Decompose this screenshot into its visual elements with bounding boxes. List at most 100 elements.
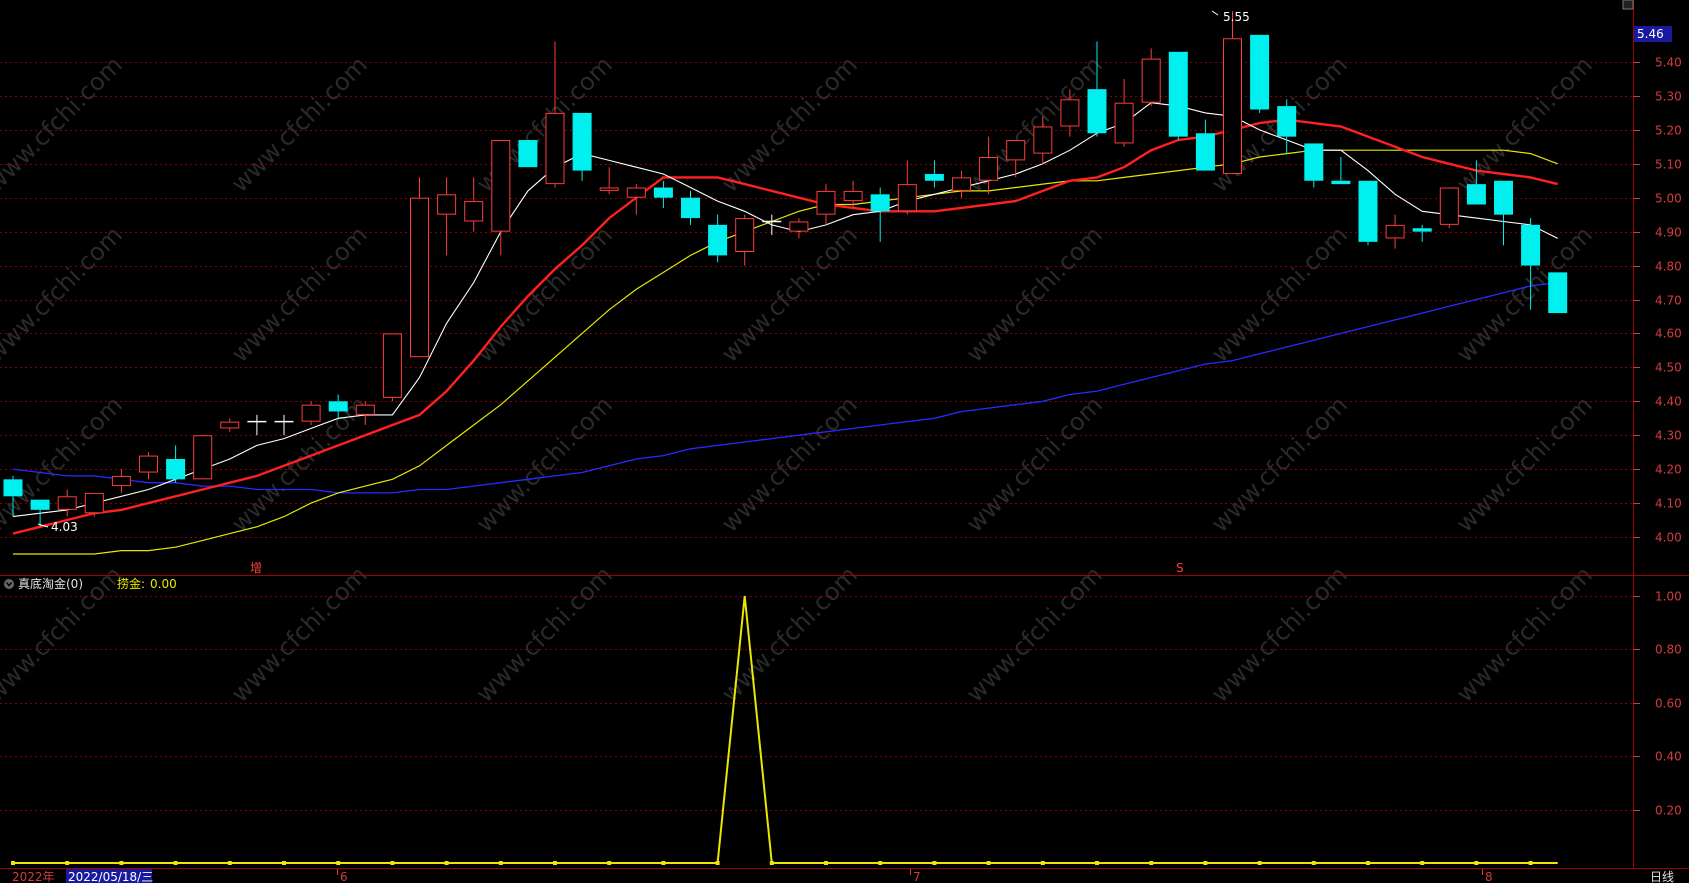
candle-body: [735, 218, 755, 252]
year-label: 2022年: [12, 870, 55, 883]
candle-body: [843, 190, 863, 202]
price-tick-label: 4.60: [1655, 327, 1682, 341]
candle-body: [84, 492, 104, 514]
indicator-line-label: 捞金:: [117, 576, 145, 591]
candle-body: [599, 187, 619, 191]
candle-body: [111, 475, 131, 487]
indicator-name[interactable]: 真底淘金(0): [18, 576, 83, 591]
laojin-point: [1420, 861, 1425, 865]
laojin-point: [607, 861, 612, 865]
candle-body: [870, 194, 890, 212]
candle-body: [1521, 224, 1541, 266]
candle: [708, 214, 728, 263]
candle: [762, 214, 782, 236]
corner-widget[interactable]: [1622, 0, 1634, 10]
watermark-text: www.cfchi.com: [226, 51, 373, 198]
candle: [220, 418, 240, 432]
candle-body: [708, 224, 728, 256]
candle-body: [355, 404, 375, 415]
low-label: 4.03: [51, 520, 78, 534]
candle: [111, 469, 131, 493]
indicator-tick-label: 0.20: [1655, 804, 1682, 818]
candle-body: [1223, 38, 1242, 174]
price-tick-label: 4.90: [1655, 226, 1682, 240]
laojin-point: [769, 861, 774, 865]
candle-body: [979, 157, 999, 181]
candle-body: [1439, 187, 1459, 225]
price-tick-label: 4.50: [1655, 361, 1682, 375]
candle-body: [1195, 133, 1215, 171]
candle-body: [518, 140, 538, 168]
price-tick-label: 4.00: [1655, 531, 1682, 545]
laojin-point: [824, 861, 828, 865]
laojin-point: [390, 861, 395, 865]
period-label[interactable]: 日线: [1650, 870, 1674, 883]
indicator-line-value: 0.00: [150, 577, 177, 591]
candle: [57, 489, 77, 517]
candle: [247, 414, 267, 436]
candle-body: [1358, 180, 1378, 242]
laojin-point: [661, 861, 666, 865]
candle-body: [220, 421, 240, 429]
candle: [653, 180, 673, 208]
laojin-point: [932, 861, 937, 865]
laojin-point: [444, 861, 449, 865]
stock-chart[interactable]: www.cfchi.com www.cfchi.com www.cfchi.com w…: [0, 0, 1689, 883]
watermark-text: www.cfchi.com: [716, 561, 863, 708]
candle: [193, 435, 213, 480]
candle-body: [491, 140, 511, 232]
laojin-point: [1203, 861, 1208, 865]
candle-body: [1087, 89, 1107, 134]
indicator-tick-label: 0.60: [1655, 697, 1682, 711]
laojin-point: [986, 861, 991, 865]
candle: [626, 184, 646, 215]
watermark-text: www.cfchi.com: [1206, 391, 1353, 538]
candle: [84, 492, 104, 517]
date-label: 2022/05/18/三: [68, 870, 153, 883]
candle-body: [924, 173, 944, 181]
watermark-text: www.cfchi.com: [1206, 561, 1353, 708]
candle: [437, 177, 457, 256]
candle-body: [328, 401, 348, 412]
candle-body: [1304, 143, 1324, 181]
watermark-text: www.cfchi.com: [1451, 561, 1598, 708]
candle: [1250, 34, 1270, 113]
month-8: 8: [1485, 870, 1493, 883]
candle-body: [1466, 184, 1486, 205]
price-badge-text: 5.46: [1637, 27, 1664, 41]
candle: [897, 160, 917, 215]
watermark-text: www.cfchi.com: [471, 391, 618, 538]
candle: [301, 401, 321, 426]
candle: [681, 190, 700, 225]
price-tick-label: 5.10: [1655, 158, 1682, 172]
candle-body: [952, 177, 971, 191]
candle-body: [572, 112, 592, 171]
laojin-point: [336, 861, 341, 865]
price-tick-label: 5.40: [1655, 56, 1682, 70]
candle: [870, 187, 890, 242]
watermark-text: www.cfchi.com: [226, 391, 373, 538]
price-tick-label: 5.30: [1655, 90, 1682, 104]
price-tick-label: 4.40: [1655, 395, 1682, 409]
candle-body: [1548, 272, 1568, 314]
zeng-marker: 增: [250, 561, 262, 575]
price-tick-label: 4.80: [1655, 260, 1682, 274]
collapse-icon[interactable]: [4, 579, 14, 589]
candle: [1195, 119, 1215, 171]
price-axis: 5.40 5.30 5.20 5.10 5.00 4.90 4.80 4.70 4.60 4.50…: [1633, 56, 1682, 545]
watermark-text: www.cfchi.com: [961, 561, 1108, 708]
candle-body: [1331, 180, 1351, 185]
price-tick-label: 5.00: [1655, 192, 1682, 206]
watermark-text: www.cfchi.com: [471, 561, 618, 708]
candle: [1304, 143, 1324, 188]
candle-body: [437, 194, 457, 215]
indicator-tick-label: 0.40: [1655, 750, 1682, 764]
month-6: 6: [340, 870, 348, 883]
watermark-text: www.cfchi.com: [1451, 391, 1598, 538]
watermark-text: www.cfchi.com: [226, 561, 373, 708]
candle-body: [3, 479, 23, 497]
candle: [1385, 214, 1405, 249]
candle: [1277, 99, 1297, 154]
candle: [410, 177, 429, 358]
laojin-point: [553, 861, 557, 865]
